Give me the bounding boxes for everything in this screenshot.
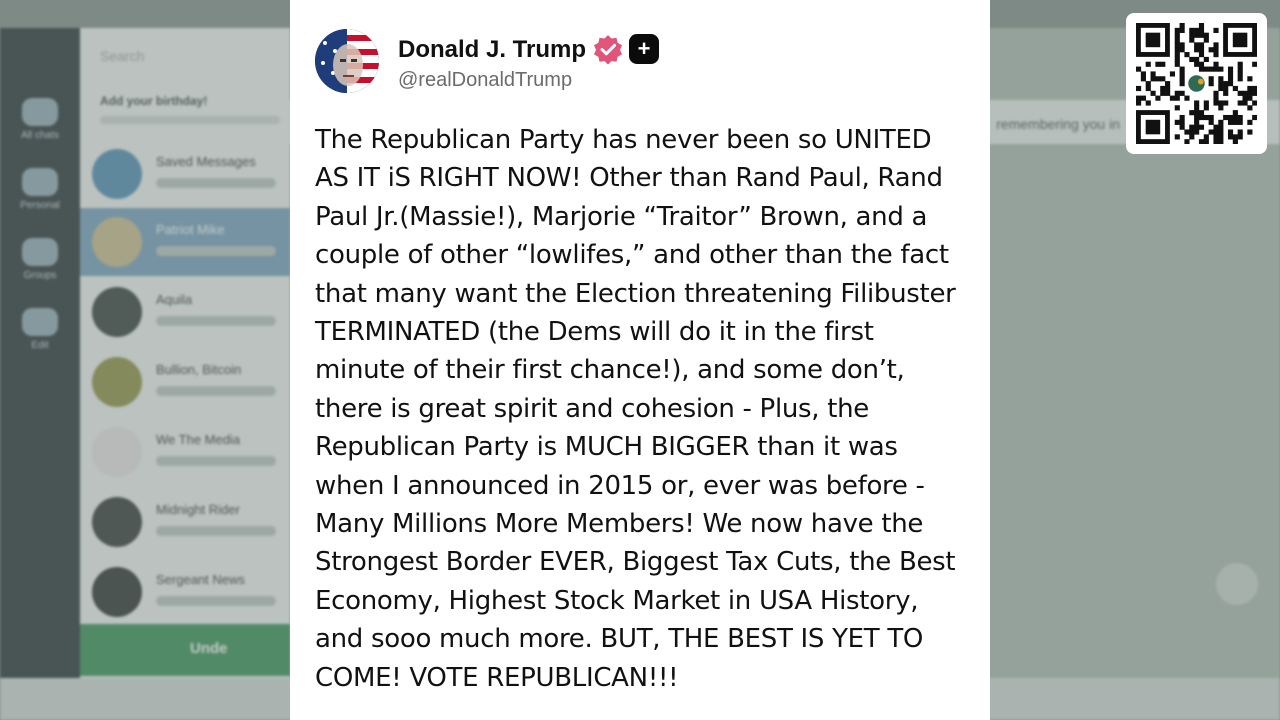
chat-name: We The Media bbox=[156, 432, 241, 447]
person-icon bbox=[22, 168, 58, 196]
post-text: The Republican Party has never been so U… bbox=[315, 125, 956, 693]
chat-preview bbox=[156, 596, 276, 606]
chat-preview bbox=[156, 386, 276, 396]
verified-badge-icon bbox=[594, 35, 622, 64]
unread-bar[interactable]: Unde bbox=[80, 624, 290, 676]
search-input[interactable]: Search bbox=[100, 42, 280, 70]
chat-row[interactable]: Sergeant News bbox=[80, 558, 290, 626]
rail-label: Edit bbox=[31, 340, 49, 351]
avatar bbox=[92, 217, 142, 267]
chat-row[interactable]: Aquila bbox=[80, 278, 290, 346]
qr-code bbox=[1126, 13, 1267, 154]
chat-preview bbox=[156, 456, 276, 466]
rail-personal[interactable]: Personal bbox=[14, 168, 66, 211]
plus-badge-icon: + bbox=[629, 34, 659, 64]
chat-name: Patriot Mike bbox=[156, 222, 225, 237]
chat-preview bbox=[156, 316, 276, 326]
rail-edit[interactable]: Edit bbox=[14, 308, 66, 351]
chat-preview bbox=[156, 526, 276, 536]
avatar bbox=[92, 567, 142, 617]
avatar bbox=[92, 287, 142, 337]
flag-portrait-icon bbox=[315, 29, 379, 93]
unread-label: Unde bbox=[190, 640, 228, 657]
sliders-icon bbox=[22, 308, 58, 336]
rail-all-chats[interactable]: All chats bbox=[14, 98, 66, 141]
chat-name: Saved Messages bbox=[156, 154, 256, 169]
chat-row[interactable]: We The Media bbox=[80, 418, 290, 486]
scroll-down-button[interactable] bbox=[1216, 563, 1258, 605]
rail-label: Groups bbox=[23, 270, 57, 281]
rail-groups[interactable]: Groups bbox=[14, 238, 66, 281]
chat-row[interactable]: Saved Messages bbox=[80, 140, 290, 208]
post-card: Donald J. Trump + @realDonaldTrump The R… bbox=[290, 0, 990, 720]
chat-preview bbox=[156, 178, 276, 188]
chat-list: Search Add your birthday! Saved Messages… bbox=[80, 28, 290, 678]
avatar bbox=[92, 149, 142, 199]
chat-row[interactable]: Patriot Mike bbox=[80, 208, 290, 276]
author-name[interactable]: Donald J. Trump bbox=[398, 36, 586, 64]
rail-label: All chats bbox=[21, 130, 59, 141]
pinned-text: remembering you in bbox=[996, 116, 1120, 132]
chat-name: Sergeant News bbox=[156, 572, 245, 587]
author-handle[interactable]: @realDonaldTrump bbox=[398, 69, 572, 92]
birthday-subtext bbox=[100, 116, 280, 124]
group-icon bbox=[22, 238, 58, 266]
rail-label: Personal bbox=[20, 200, 60, 211]
chat-name: Aquila bbox=[156, 292, 193, 307]
folder-rail: All chats Personal Groups Edit bbox=[0, 28, 80, 678]
avatar[interactable] bbox=[315, 29, 379, 93]
chat-name: Bullion, Bitcoin bbox=[156, 362, 242, 377]
chat-row[interactable]: Midnight Rider bbox=[80, 488, 290, 556]
chat-bubbles-icon bbox=[22, 98, 58, 126]
chat-preview bbox=[156, 246, 276, 256]
avatar bbox=[92, 427, 142, 477]
chat-row[interactable]: Bullion, Bitcoin bbox=[80, 348, 290, 416]
birthday-prompt[interactable]: Add your birthday! bbox=[100, 94, 207, 108]
avatar bbox=[92, 497, 142, 547]
qr-code-icon bbox=[1136, 23, 1257, 144]
chat-name: Midnight Rider bbox=[156, 502, 240, 517]
avatar bbox=[92, 357, 142, 407]
